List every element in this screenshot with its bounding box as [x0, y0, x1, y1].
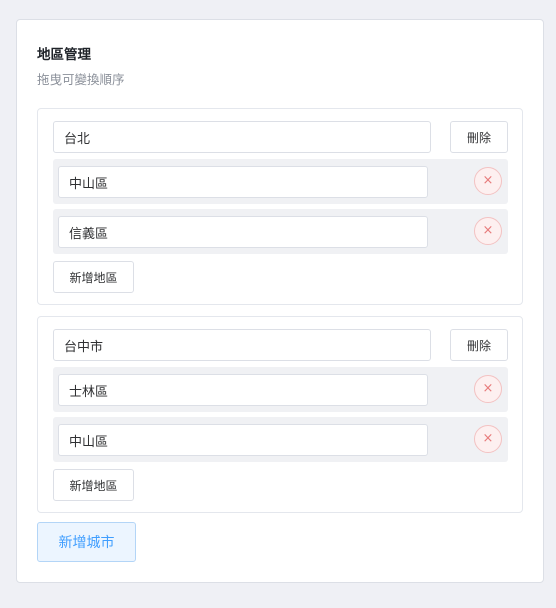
panel-title: 地區管理 [37, 47, 91, 63]
add-district-button[interactable]: 新增地區 [53, 261, 134, 293]
city-name-input[interactable] [53, 121, 431, 153]
city-card[interactable]: 刪除 × × 新增地區 [37, 316, 523, 513]
remove-district-icon[interactable]: × [474, 375, 502, 403]
remove-district-icon[interactable]: × [474, 425, 502, 453]
district-name-input[interactable] [58, 424, 428, 456]
panel-subtitle: 拖曳可變換順序 [37, 72, 125, 87]
remove-district-icon[interactable]: × [474, 217, 502, 245]
district-row[interactable]: × [53, 209, 508, 254]
add-city-button[interactable]: 新增城市 [37, 522, 136, 562]
add-district-button[interactable]: 新增地區 [53, 469, 134, 501]
city-name-input[interactable] [53, 329, 431, 361]
district-name-input[interactable] [58, 166, 428, 198]
delete-city-button[interactable]: 刪除 [450, 329, 508, 361]
remove-district-icon[interactable]: × [474, 167, 502, 195]
district-name-input[interactable] [58, 216, 428, 248]
district-row[interactable]: × [53, 417, 508, 462]
district-row[interactable]: × [53, 159, 508, 204]
city-card[interactable]: 刪除 × × 新增地區 [37, 108, 523, 305]
district-name-input[interactable] [58, 374, 428, 406]
region-management-panel: 地區管理 拖曳可變換順序 刪除 × × 新增地區 刪除 × × 新增地區 新增城… [16, 19, 544, 583]
district-row[interactable]: × [53, 367, 508, 412]
delete-city-button[interactable]: 刪除 [450, 121, 508, 153]
